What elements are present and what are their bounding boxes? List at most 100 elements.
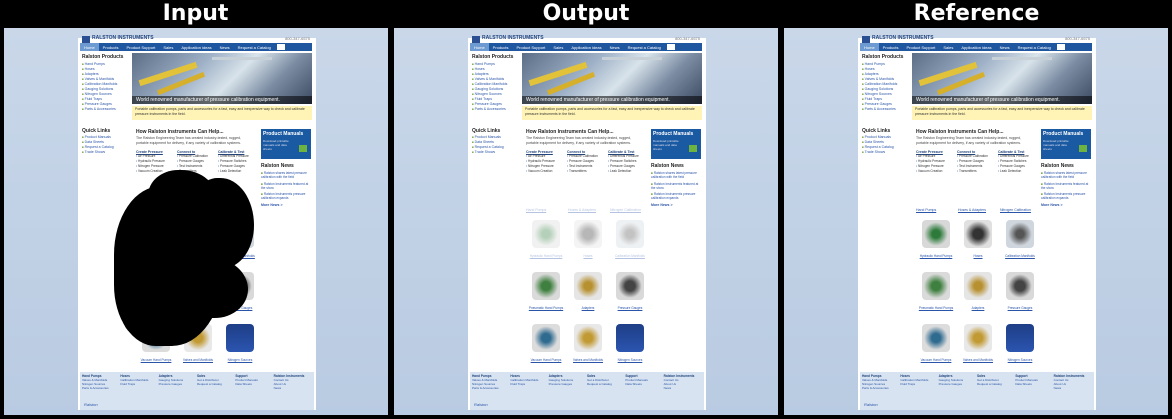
footer-link[interactable]: Request a Catalog bbox=[977, 382, 1015, 386]
news-item[interactable]: Ralston Instruments pressure calibration… bbox=[261, 192, 311, 201]
product-tile[interactable]: Vacuum Hand Pumps bbox=[526, 318, 566, 370]
news-item[interactable]: Ralston Instruments pressure calibration… bbox=[1041, 192, 1091, 201]
nav-item[interactable]: Application ideas bbox=[957, 43, 995, 51]
nav-item[interactable]: Sales bbox=[159, 43, 177, 51]
product-caption[interactable]: Pressure Gauges bbox=[610, 306, 650, 310]
product-image[interactable] bbox=[616, 324, 644, 352]
help-column-item[interactable]: Leak Detection bbox=[608, 169, 649, 174]
sidebar-product-link[interactable]: Parts & Accessories bbox=[862, 107, 910, 112]
product-tile[interactable]: Hydraulic Hand Pumps bbox=[916, 214, 956, 266]
more-news-link[interactable]: More News > bbox=[651, 203, 701, 207]
product-tile[interactable]: Nitrogen Sources bbox=[610, 318, 650, 370]
footer-link[interactable]: Pressure Gauges bbox=[939, 382, 977, 386]
product-caption[interactable]: Nitrogen Sources bbox=[610, 358, 650, 362]
news-item[interactable]: Ralston Instruments featured at the show bbox=[651, 182, 701, 191]
nav-item[interactable]: Home bbox=[80, 43, 99, 51]
footer-link[interactable]: News bbox=[1054, 386, 1092, 390]
product-tile[interactable]: Nitrogen Sources bbox=[220, 318, 260, 370]
product-image[interactable] bbox=[922, 220, 950, 248]
catalog-icon[interactable] bbox=[1056, 44, 1065, 50]
product-image[interactable] bbox=[574, 324, 602, 352]
footer-link[interactable]: Pressure Gauges bbox=[549, 382, 587, 386]
product-caption[interactable]: Vacuum Hand Pumps bbox=[136, 358, 176, 362]
product-image[interactable] bbox=[922, 324, 950, 352]
product-image[interactable] bbox=[1006, 324, 1034, 352]
help-column-item[interactable]: Leak Detection bbox=[218, 169, 259, 174]
nav-item[interactable]: Products bbox=[489, 43, 513, 51]
footer-link[interactable]: Data Sheets bbox=[625, 382, 663, 386]
news-item[interactable]: Ralston Instruments pressure calibration… bbox=[651, 192, 701, 201]
help-column-item[interactable]: Transmitters bbox=[567, 169, 608, 174]
product-image[interactable] bbox=[1006, 272, 1034, 300]
product-caption[interactable]: Valves and Manifolds bbox=[178, 358, 218, 362]
product-caption[interactable]: Pneumatic Hand Pumps bbox=[526, 306, 566, 310]
product-caption[interactable]: Valves and Manifolds bbox=[568, 358, 608, 362]
product-tile[interactable]: Valves and Manifolds bbox=[568, 318, 608, 370]
news-item[interactable]: Ralston Instruments featured at the show bbox=[261, 182, 311, 191]
news-item[interactable]: Ralston shares latest pressure calibrati… bbox=[1041, 171, 1091, 180]
nav-item[interactable]: Request a Catalog bbox=[234, 43, 275, 51]
footer-link[interactable]: News bbox=[664, 386, 702, 390]
nav-item[interactable]: Product Support bbox=[902, 43, 939, 51]
catalog-icon[interactable] bbox=[666, 44, 675, 50]
product-image[interactable] bbox=[574, 272, 602, 300]
product-image[interactable] bbox=[964, 220, 992, 248]
nav-item[interactable]: News bbox=[996, 43, 1014, 51]
quick-link[interactable]: Trade Shows bbox=[82, 150, 130, 155]
footer-link[interactable]: News bbox=[274, 386, 312, 390]
product-image[interactable] bbox=[964, 272, 992, 300]
product-image[interactable] bbox=[532, 324, 560, 352]
footer-link[interactable]: Fluid Traps bbox=[120, 382, 158, 386]
go-button[interactable] bbox=[689, 145, 697, 152]
product-caption[interactable]: Calibration Manifolds bbox=[1000, 254, 1040, 258]
quick-link[interactable]: Trade Shows bbox=[862, 150, 910, 155]
nav-item[interactable]: News bbox=[216, 43, 234, 51]
product-tile[interactable]: Calibration Manifolds bbox=[1000, 214, 1040, 266]
nav-item[interactable]: News bbox=[606, 43, 624, 51]
product-image[interactable] bbox=[616, 272, 644, 300]
product-tile[interactable]: Nitrogen Sources bbox=[1000, 318, 1040, 370]
nav-item[interactable]: Request a Catalog bbox=[1014, 43, 1055, 51]
product-tile[interactable]: Adapters bbox=[958, 266, 998, 318]
product-caption[interactable]: Adapters bbox=[958, 306, 998, 310]
product-caption[interactable]: Vacuum Hand Pumps bbox=[916, 358, 956, 362]
help-column-item[interactable]: Vacuum Creation bbox=[526, 169, 567, 174]
footer-link[interactable]: Parts & Accessories bbox=[472, 386, 510, 390]
product-tile[interactable]: Pneumatic Hand Pumps bbox=[526, 266, 566, 318]
help-column-item[interactable]: Leak Detection bbox=[998, 169, 1039, 174]
nav-item[interactable]: Home bbox=[470, 43, 489, 51]
product-caption[interactable]: Pneumatic Hand Pumps bbox=[916, 306, 956, 310]
go-button[interactable] bbox=[1079, 145, 1087, 152]
nav-item[interactable]: Home bbox=[860, 43, 879, 51]
product-tile[interactable]: Pneumatic Hand Pumps bbox=[916, 266, 956, 318]
product-caption[interactable]: Vacuum Hand Pumps bbox=[526, 358, 566, 362]
nav-item[interactable]: Application ideas bbox=[567, 43, 605, 51]
news-item[interactable]: Ralston Instruments featured at the show bbox=[1041, 182, 1091, 191]
product-tile[interactable]: Adapters bbox=[568, 266, 608, 318]
nav-item[interactable]: Request a Catalog bbox=[624, 43, 665, 51]
help-column-item[interactable]: Vacuum Creation bbox=[916, 169, 957, 174]
product-image[interactable] bbox=[964, 324, 992, 352]
footer-link[interactable]: Request a Catalog bbox=[587, 382, 625, 386]
product-caption[interactable]: Nitrogen Sources bbox=[1000, 358, 1040, 362]
sidebar-product-link[interactable]: Parts & Accessories bbox=[82, 107, 130, 112]
product-image[interactable] bbox=[532, 272, 560, 300]
help-column-item[interactable]: Transmitters bbox=[957, 169, 998, 174]
news-item[interactable]: Ralston shares latest pressure calibrati… bbox=[261, 171, 311, 180]
product-caption[interactable]: Adapters bbox=[568, 306, 608, 310]
more-news-link[interactable]: More News > bbox=[261, 203, 311, 207]
quick-link[interactable]: Trade Shows bbox=[472, 150, 520, 155]
product-caption[interactable]: Hoses bbox=[958, 254, 998, 258]
product-tile[interactable]: Pressure Gauges bbox=[610, 266, 650, 318]
product-caption[interactable]: Valves and Manifolds bbox=[958, 358, 998, 362]
nav-item[interactable]: Sales bbox=[549, 43, 567, 51]
footer-link[interactable]: Request a Catalog bbox=[197, 382, 235, 386]
footer-link[interactable]: Parts & Accessories bbox=[82, 386, 120, 390]
nav-item[interactable]: Product Support bbox=[512, 43, 549, 51]
product-image[interactable] bbox=[1006, 220, 1034, 248]
footer-link[interactable]: Fluid Traps bbox=[510, 382, 548, 386]
news-item[interactable]: Ralston shares latest pressure calibrati… bbox=[651, 171, 701, 180]
catalog-icon[interactable] bbox=[276, 44, 285, 50]
product-tile[interactable]: Valves and Manifolds bbox=[958, 318, 998, 370]
footer-link[interactable]: Fluid Traps bbox=[900, 382, 938, 386]
